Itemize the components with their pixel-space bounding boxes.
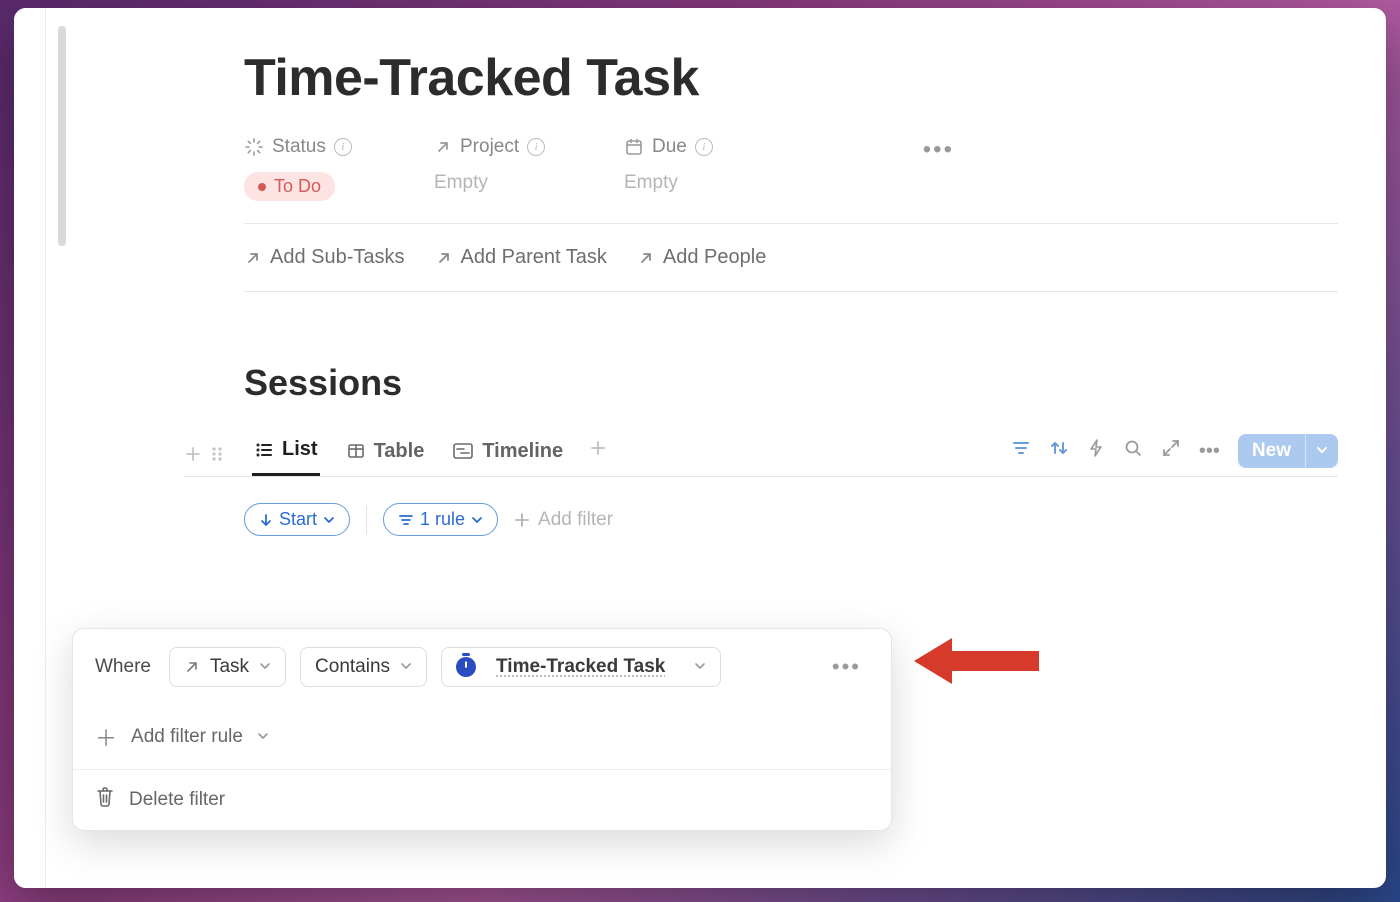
tab-list[interactable]: List (252, 432, 320, 476)
list-icon (254, 440, 274, 460)
add-people-label: Add People (663, 246, 766, 269)
tab-table[interactable]: Table (344, 434, 427, 475)
filter-rule-more-button[interactable]: ••• (832, 654, 869, 680)
filter-condition-dropdown[interactable]: Contains (300, 647, 427, 687)
new-button-caret[interactable] (1305, 434, 1338, 468)
delete-filter-button[interactable]: Delete filter (73, 770, 891, 830)
filter-property-dropdown[interactable]: Task (169, 647, 286, 687)
tab-table-label: Table (374, 440, 425, 463)
project-label-text: Project (460, 136, 519, 158)
arrow-up-right-icon (434, 138, 452, 156)
chevron-down-icon (257, 726, 269, 748)
search-icon[interactable] (1123, 438, 1143, 464)
due-value[interactable]: Empty (624, 172, 764, 194)
due-label-text: Due (652, 136, 687, 158)
filter-popup: Where Task Contains Time-Tracked Task ••… (72, 628, 892, 831)
left-panel-sliver (14, 8, 46, 888)
chevron-down-icon (400, 659, 412, 675)
filter-property-label: Task (210, 656, 249, 678)
trash-icon (95, 786, 115, 814)
add-parent-task-button[interactable]: Add Parent Task (435, 246, 607, 269)
table-icon (346, 441, 366, 461)
info-icon[interactable]: i (334, 138, 352, 156)
properties-row: Status i To Do Project i Empty (244, 136, 1338, 201)
stopwatch-icon (456, 657, 476, 677)
tab-timeline-label: Timeline (482, 440, 563, 463)
more-properties-button[interactable]: ••• (923, 136, 954, 166)
status-value-pill[interactable]: To Do (244, 172, 335, 201)
app-window: Time-Tracked Task Status i To Do (14, 8, 1386, 888)
arrow-up-right-icon (244, 249, 262, 267)
filter-rule-label: 1 rule (420, 509, 465, 530)
view-toolbar: ••• New (1011, 434, 1338, 474)
filter-where-label: Where (95, 656, 151, 678)
chevron-down-icon (259, 659, 271, 675)
filter-value-label: Time-Tracked Task (496, 656, 665, 678)
new-button-label: New (1238, 434, 1305, 468)
tab-timeline[interactable]: Timeline (450, 434, 565, 475)
sort-icon[interactable] (1049, 438, 1069, 464)
add-parent-task-label: Add Parent Task (461, 246, 607, 269)
divider (244, 291, 1338, 292)
add-filter-label: Add filter (538, 509, 613, 531)
more-icon[interactable]: ••• (1199, 440, 1220, 463)
add-filter-button[interactable]: Add filter (514, 509, 613, 531)
status-label-text: Status (272, 136, 326, 158)
filter-value-dropdown[interactable]: Time-Tracked Task (441, 647, 721, 687)
filter-rule-row: Where Task Contains Time-Tracked Task ••… (73, 629, 891, 705)
tab-list-label: List (282, 438, 318, 461)
property-status[interactable]: Status i To Do (244, 136, 384, 201)
add-filter-rule-button[interactable]: ＋ Add filter rule (73, 705, 891, 769)
add-sub-tasks-label: Add Sub-Tasks (270, 246, 405, 269)
filter-icon[interactable] (1011, 438, 1031, 464)
property-due-label: Due i (624, 136, 764, 158)
divider (244, 223, 1338, 224)
add-sub-tasks-button[interactable]: Add Sub-Tasks (244, 246, 405, 269)
plus-icon: ＋ (95, 721, 117, 753)
status-value-text: To Do (274, 176, 321, 197)
add-people-button[interactable]: Add People (637, 246, 766, 269)
expand-icon[interactable] (1161, 438, 1181, 464)
filter-rule-pill[interactable]: 1 rule (383, 503, 498, 536)
property-project-label: Project i (434, 136, 574, 158)
info-icon[interactable]: i (695, 138, 713, 156)
status-dot-icon (258, 183, 266, 191)
property-project[interactable]: Project i Empty (434, 136, 574, 194)
sort-pill[interactable]: Start (244, 503, 350, 536)
filters-bar: Start 1 rule Add filter (244, 503, 1338, 536)
calendar-icon (624, 137, 644, 157)
property-status-label: Status i (244, 136, 384, 158)
new-button[interactable]: New (1238, 434, 1338, 468)
property-due[interactable]: Due i Empty (624, 136, 764, 194)
delete-filter-label: Delete filter (129, 789, 225, 811)
info-icon[interactable]: i (527, 138, 545, 156)
block-handle[interactable] (184, 445, 224, 463)
section-title[interactable]: Sessions (244, 362, 1338, 404)
page-title[interactable]: Time-Tracked Task (244, 48, 1338, 108)
arrow-up-right-icon (637, 249, 655, 267)
arrow-up-right-icon (184, 659, 200, 675)
automation-icon[interactable] (1087, 438, 1105, 464)
add-view-button[interactable] (589, 437, 607, 471)
sort-pill-label: Start (279, 509, 317, 530)
status-spinner-icon (244, 137, 264, 157)
view-tabs-row: List Table Timeline (184, 432, 1338, 477)
scrollbar[interactable] (58, 26, 66, 246)
add-filter-rule-label: Add filter rule (131, 726, 243, 748)
chevron-down-icon (694, 659, 706, 675)
filter-condition-label: Contains (315, 656, 390, 678)
divider-vertical (366, 506, 367, 534)
arrow-up-right-icon (435, 249, 453, 267)
add-relations-row: Add Sub-Tasks Add Parent Task Add People (244, 246, 1338, 269)
project-value[interactable]: Empty (434, 172, 574, 194)
tabs-left: List Table Timeline (184, 432, 607, 476)
timeline-icon (452, 441, 474, 461)
